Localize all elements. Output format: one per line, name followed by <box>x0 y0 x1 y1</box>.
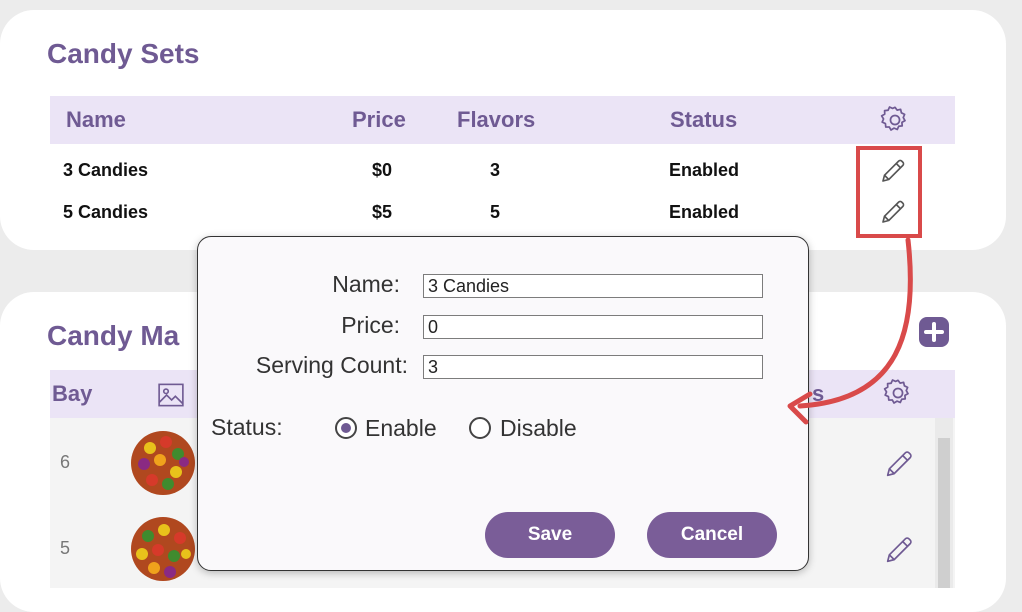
annotation-arrow <box>787 237 913 425</box>
